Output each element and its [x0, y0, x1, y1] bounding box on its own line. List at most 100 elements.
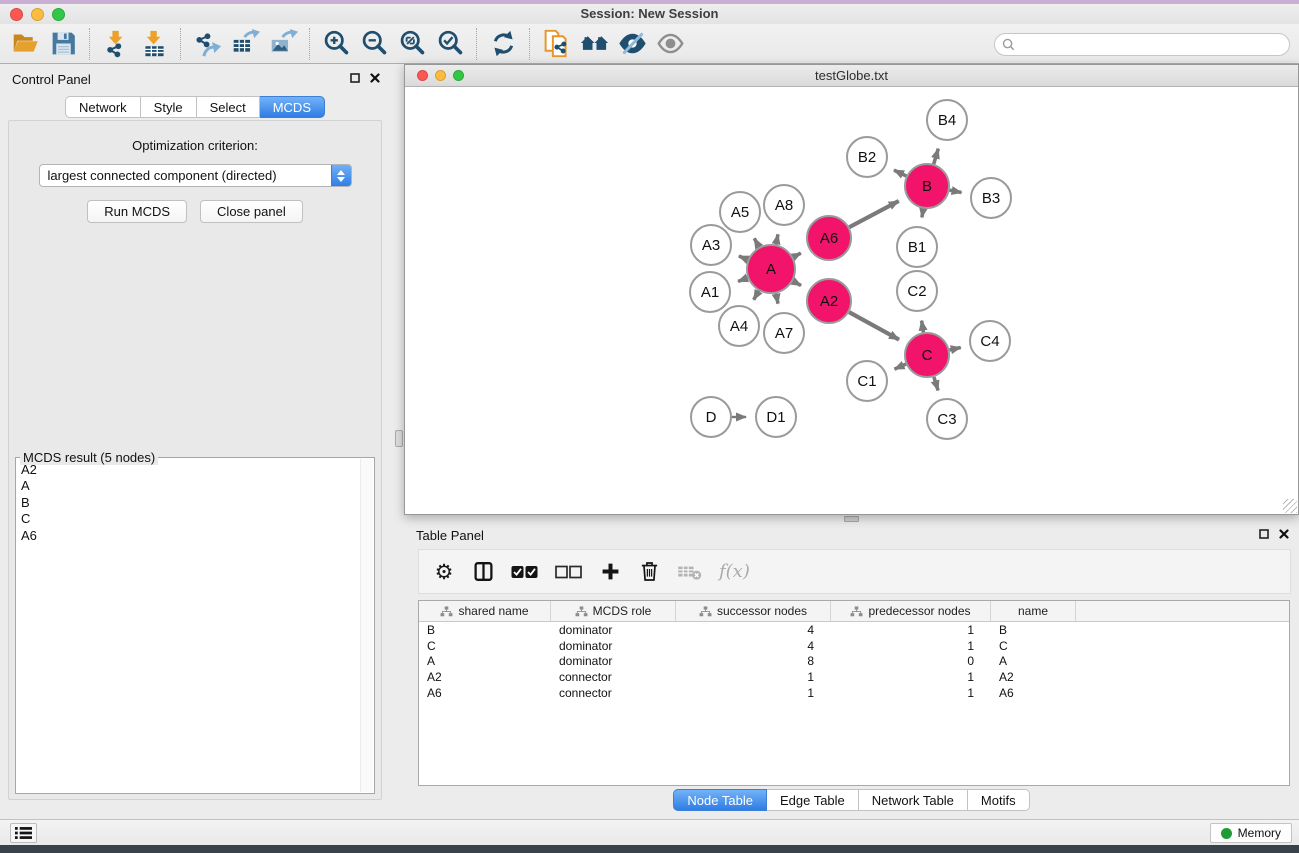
graph-node-B2[interactable]: B2 [847, 137, 887, 177]
tab-network[interactable]: Network [65, 96, 141, 118]
graph-node-A7[interactable]: A7 [764, 313, 804, 353]
graph-edge-B-B2[interactable] [894, 170, 906, 176]
table-settings-icon[interactable]: ⚙ [433, 560, 455, 584]
tab-node-table[interactable]: Node Table [673, 789, 767, 811]
graph-edge-A6-B[interactable] [849, 201, 898, 227]
tab-network-table[interactable]: Network Table [859, 789, 968, 811]
unselect-all-rows-icon[interactable] [555, 560, 582, 584]
minimize-window-button[interactable] [31, 8, 44, 21]
show-columns-icon[interactable] [472, 560, 494, 584]
hide-graphics-details-icon[interactable] [613, 27, 651, 61]
tab-mcds[interactable]: MCDS [260, 96, 325, 118]
search-input[interactable] [1020, 38, 1282, 52]
graph-edge-A-A4[interactable] [754, 291, 759, 300]
zoom-selected-icon[interactable] [431, 27, 469, 61]
import-table-from-file-icon[interactable] [135, 27, 173, 61]
result-scrollbar[interactable] [360, 459, 373, 792]
graph-node-C3[interactable]: C3 [927, 399, 967, 439]
tab-select[interactable]: Select [197, 96, 260, 118]
graph-edge-C-C4[interactable] [950, 348, 961, 351]
export-table-icon[interactable] [226, 27, 264, 61]
graph-node-B[interactable]: B [905, 164, 949, 208]
table-row-c[interactable]: Cdominator41C [419, 638, 1289, 654]
graph-edge-A-A8[interactable] [776, 234, 778, 244]
graph-edge-C-C1[interactable] [895, 364, 906, 369]
save-session-icon[interactable] [44, 27, 82, 61]
export-image-icon[interactable] [264, 27, 302, 61]
result-item-a6[interactable]: A6 [21, 528, 360, 544]
close-panel-icon[interactable] [370, 73, 380, 83]
window-resize-grip[interactable] [1283, 499, 1297, 513]
result-item-a2[interactable]: A2 [21, 462, 360, 478]
task-history-button[interactable] [10, 823, 37, 843]
graph-edge-A-A5[interactable] [754, 238, 759, 247]
home-icon[interactable] [575, 27, 613, 61]
graph-edge-B-B4[interactable] [934, 149, 939, 164]
graph-edge-B-B1[interactable] [922, 209, 923, 218]
delete-column-icon[interactable] [638, 560, 660, 584]
column-header-name[interactable]: name [991, 601, 1076, 621]
result-item-c[interactable]: C [21, 511, 360, 527]
graph-node-B4[interactable]: B4 [927, 100, 967, 140]
network-minimize-button[interactable] [435, 70, 446, 81]
table-row-b[interactable]: Bdominator41B [419, 622, 1289, 638]
table-row-a2[interactable]: A2connector11A2 [419, 669, 1289, 685]
graph-node-C4[interactable]: C4 [970, 321, 1010, 361]
close-table-panel-icon[interactable] [1279, 529, 1289, 539]
graph-edge-B-B3[interactable] [950, 190, 962, 192]
graph-node-A3[interactable]: A3 [691, 225, 731, 265]
graph-node-A[interactable]: A [747, 245, 795, 293]
search-field[interactable] [994, 33, 1290, 56]
result-item-a[interactable]: A [21, 478, 360, 494]
column-header-successor-nodes[interactable]: successor nodes [676, 601, 831, 621]
memory-button[interactable]: Memory [1210, 823, 1292, 843]
graph-edge-A-A7[interactable] [776, 294, 778, 304]
add-column-icon[interactable] [599, 560, 621, 584]
graph-node-C[interactable]: C [905, 333, 949, 377]
import-network-from-file-icon[interactable] [97, 27, 135, 61]
table-row-a[interactable]: Adominator80A [419, 654, 1289, 670]
birdseye-view-icon[interactable] [651, 27, 689, 61]
zoom-in-icon[interactable] [317, 27, 355, 61]
graph-node-B3[interactable]: B3 [971, 178, 1011, 218]
network-close-button[interactable] [417, 70, 428, 81]
select-all-rows-icon[interactable] [511, 560, 538, 584]
column-header-shared-name[interactable]: shared name [419, 601, 551, 621]
column-header-MCDS-role[interactable]: MCDS role [551, 601, 676, 621]
zoom-window-button[interactable] [52, 8, 65, 21]
graph-node-C2[interactable]: C2 [897, 271, 937, 311]
graph-node-C1[interactable]: C1 [847, 361, 887, 401]
column-header-predecessor-nodes[interactable]: predecessor nodes [831, 601, 991, 621]
vertical-splitter-handle[interactable] [395, 430, 403, 447]
close-panel-button[interactable]: Close panel [200, 200, 303, 223]
graph-edge-A-A2[interactable] [793, 281, 801, 285]
criterion-select[interactable]: largest connected component (directed) [39, 164, 352, 187]
graph-node-A6[interactable]: A6 [807, 216, 851, 260]
graph-edge-A-A1[interactable] [738, 278, 748, 282]
graph-node-D[interactable]: D [691, 397, 731, 437]
clone-network-icon[interactable] [537, 27, 575, 61]
graph-edge-A2-C[interactable] [849, 312, 899, 340]
network-canvas[interactable]: B4B2BB3B1C2A5A8A6A3AA1A4A7A2CC4C1C3DD1 [405, 88, 1298, 514]
graph-node-A8[interactable]: A8 [764, 185, 804, 225]
close-window-button[interactable] [10, 8, 23, 21]
graph-node-D1[interactable]: D1 [756, 397, 796, 437]
refresh-icon[interactable] [484, 27, 522, 61]
graph-node-A1[interactable]: A1 [690, 272, 730, 312]
graph-edge-A-A3[interactable] [739, 256, 748, 260]
graph-node-A4[interactable]: A4 [719, 306, 759, 346]
run-mcds-button[interactable]: Run MCDS [87, 200, 187, 223]
network-zoom-button[interactable] [453, 70, 464, 81]
graph-node-A2[interactable]: A2 [807, 279, 851, 323]
zoom-fit-icon[interactable] [393, 27, 431, 61]
float-panel-icon[interactable] [350, 73, 360, 83]
open-session-icon[interactable] [6, 27, 44, 61]
result-item-b[interactable]: B [21, 495, 360, 511]
tab-style[interactable]: Style [141, 96, 197, 118]
graph-edge-C-C2[interactable] [922, 321, 924, 333]
export-network-icon[interactable] [188, 27, 226, 61]
graph-edge-A-A6[interactable] [793, 253, 801, 257]
zoom-out-icon[interactable] [355, 27, 393, 61]
graph-node-B1[interactable]: B1 [897, 227, 937, 267]
tab-edge-table[interactable]: Edge Table [767, 789, 859, 811]
